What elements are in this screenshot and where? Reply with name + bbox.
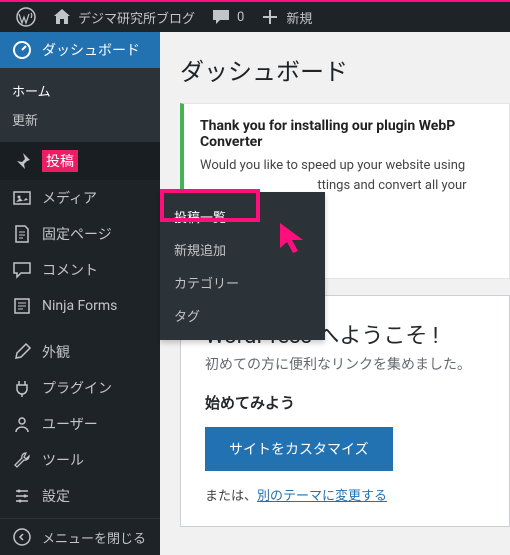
sidebar-sub-home[interactable]: ホーム — [0, 76, 160, 105]
sidebar-label: ダッシュボード — [42, 40, 140, 60]
sidebar-label: コメント — [42, 260, 98, 280]
flyout-categories[interactable]: カテゴリー — [160, 266, 325, 299]
wrench-icon — [12, 450, 32, 470]
admin-sidebar: ダッシュボード ホーム 更新 投稿 メディア 固定ページ コメント Ninja … — [0, 32, 160, 555]
dashboard-subgroup: ホーム 更新 — [0, 68, 160, 142]
wordpress-icon — [16, 7, 36, 27]
or-line: または、別のテーマに変更する — [205, 485, 485, 504]
sidebar-label: メディア — [42, 188, 97, 208]
page-icon — [12, 224, 32, 244]
annotation-cursor-icon — [275, 218, 315, 258]
sidebar-item-ninja-forms[interactable]: Ninja Forms — [0, 288, 160, 324]
sidebar-item-dashboard[interactable]: ダッシュボード — [0, 32, 160, 68]
brush-icon — [12, 342, 32, 362]
sidebar-label: 設定 — [42, 486, 70, 506]
sidebar-label: 外観 — [42, 342, 70, 362]
sidebar-label: ユーザー — [42, 414, 98, 434]
comment-icon — [12, 260, 32, 280]
sidebar-item-users[interactable]: ユーザー — [0, 406, 160, 442]
sidebar-item-pages[interactable]: 固定ページ — [0, 216, 160, 252]
form-icon — [12, 296, 32, 316]
admin-topbar: デジマ研究所ブログ 0 新規 — [0, 0, 510, 32]
sidebar-item-settings[interactable]: 設定 — [0, 478, 160, 514]
sidebar-item-tools[interactable]: ツール — [0, 442, 160, 478]
comment-icon — [211, 7, 231, 27]
sidebar-item-plugins[interactable]: プラグイン — [0, 370, 160, 406]
sidebar-label: プラグイン — [42, 378, 112, 398]
sidebar-label: Ninja Forms — [42, 298, 117, 314]
pin-icon — [12, 151, 32, 171]
page-title: ダッシュボード — [180, 52, 510, 87]
collapse-icon — [12, 527, 32, 547]
plugin-icon — [12, 378, 32, 398]
welcome-start-heading: 始めてみよう — [205, 392, 485, 413]
collapse-label: メニューを閉じる — [42, 528, 146, 547]
sidebar-label: 固定ページ — [42, 224, 112, 244]
notice-title: Thank you for installing our plugin WebP… — [200, 118, 493, 150]
flyout-tags[interactable]: タグ — [160, 299, 325, 332]
sidebar-item-appearance[interactable]: 外観 — [0, 334, 160, 370]
sidebar-label: 投稿 — [42, 150, 78, 172]
sliders-icon — [12, 486, 32, 506]
customize-site-button[interactable]: サイトをカスタマイズ — [205, 427, 393, 471]
user-icon — [12, 414, 32, 434]
sidebar-sub-updates[interactable]: 更新 — [0, 105, 160, 134]
new-link[interactable]: 新規 — [252, 7, 320, 27]
plus-icon — [260, 7, 280, 27]
site-name-link[interactable]: デジマ研究所ブログ — [44, 7, 203, 27]
sidebar-label: ツール — [42, 450, 84, 470]
sidebar-item-media[interactable]: メディア — [0, 180, 160, 216]
media-icon — [12, 188, 32, 208]
sidebar-item-comments[interactable]: コメント — [0, 252, 160, 288]
home-icon — [52, 7, 72, 27]
change-theme-link[interactable]: 別のテーマに変更する — [257, 489, 387, 504]
wp-logo[interactable] — [8, 7, 44, 27]
comments-count: 0 — [237, 10, 244, 25]
posts-flyout: 投稿一覧 新規追加 カテゴリー タグ — [160, 192, 325, 340]
welcome-subtitle: 初めての方に便利なリンクを集めました。 — [205, 354, 485, 374]
comments-link[interactable]: 0 — [203, 7, 252, 27]
new-label: 新規 — [286, 8, 312, 27]
sidebar-item-posts[interactable]: 投稿 — [0, 142, 160, 180]
sidebar-collapse[interactable]: メニューを閉じる — [0, 518, 160, 555]
dashboard-icon — [12, 40, 32, 60]
site-name-text: デジマ研究所ブログ — [78, 8, 195, 27]
